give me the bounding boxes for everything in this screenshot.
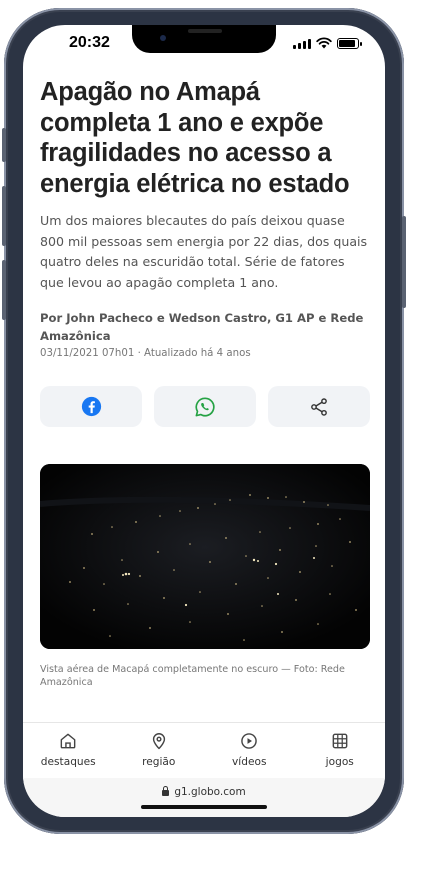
home-icon [60,733,76,749]
wifi-icon [316,37,332,49]
tab-jogos[interactable]: jogos [295,723,386,779]
tab-label: vídeos [232,756,267,768]
mute-switch [2,128,6,162]
tab-label: jogos [325,756,354,768]
speaker [188,29,222,33]
whatsapp-share-button[interactable] [154,386,256,427]
grid-icon [332,733,348,749]
night-aerial-photo [40,464,370,649]
home-indicator[interactable] [141,805,267,809]
tab-videos[interactable]: vídeos [204,723,295,779]
lock-icon [162,786,170,796]
screen: 20:32 Apagão no Amapá completa 1 ano e e… [23,25,385,817]
browser-url-bar[interactable]: g1.globo.com [23,778,385,817]
phone-frame: 20:32 Apagão no Amapá completa 1 ano e e… [2,8,406,834]
native-share-button[interactable] [268,386,370,427]
facebook-icon [81,396,101,417]
facebook-share-button[interactable] [40,386,142,427]
article-photo[interactable] [40,464,370,649]
article-headline: Apagão no Amapá completa 1 ano e expõe f… [40,78,350,198]
notch [132,25,276,53]
status-icons [293,37,362,49]
signal-icon [293,39,311,49]
article-header: Apagão no Amapá completa 1 ano e expõe f… [40,77,372,359]
tab-destaques[interactable]: destaques [23,723,114,779]
volume-up-button [2,186,6,246]
article-dateline: 03/11/2021 07h01 · Atualizado há 4 anos [40,348,251,359]
volume-down-button [2,260,6,320]
battery-icon [337,38,362,49]
tab-regiao[interactable]: região [114,723,205,779]
location-pin-icon [152,733,165,750]
tab-label: destaques [40,756,96,768]
article-subtitle: Um dos maiores blecautes do país deixou … [40,213,368,290]
photo-caption: Vista aérea de Macapá completamente no e… [40,664,345,688]
tab-label: região [142,756,176,768]
share-icon [311,397,327,416]
share-buttons [40,386,370,427]
url-text: g1.globo.com [174,786,246,798]
bottom-tab-bar: destaques região vídeos jogos [23,722,385,779]
article-byline: Por John Pacheco e Wedson Castro, G1 AP … [40,311,364,343]
whatsapp-icon [195,396,215,417]
status-time: 20:32 [69,34,110,51]
play-icon [241,733,258,749]
power-button [402,216,406,308]
front-camera [160,35,166,41]
